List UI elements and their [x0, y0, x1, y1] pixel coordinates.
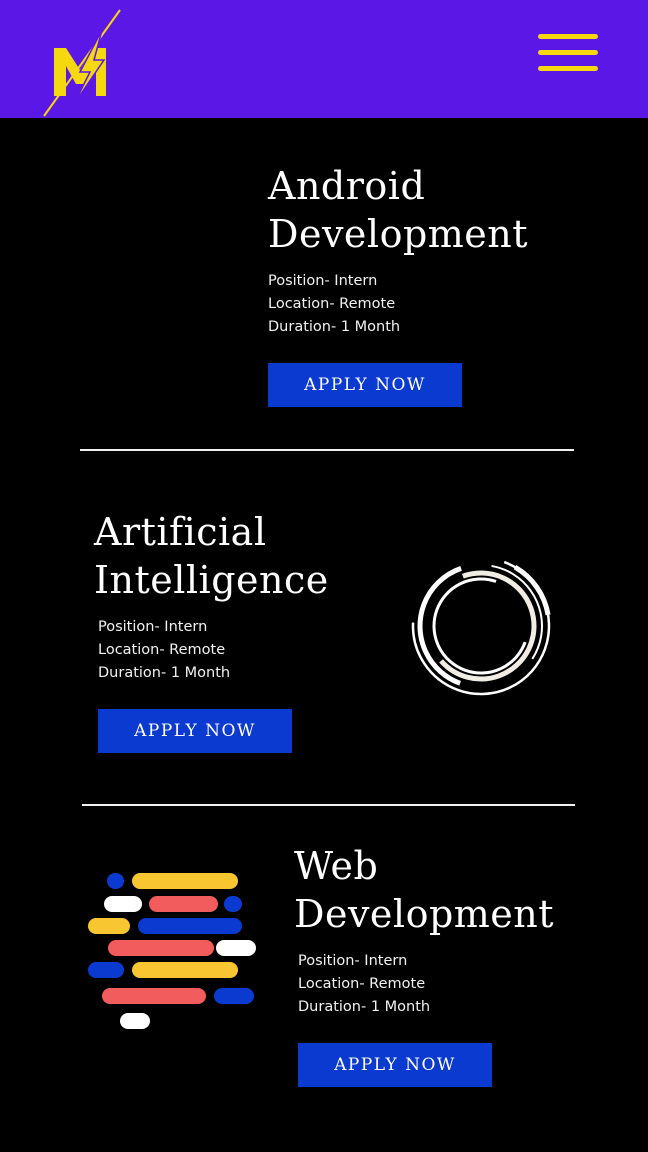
title-line: Development [294, 892, 555, 936]
apply-now-button[interactable]: APPLY NOW [268, 363, 462, 407]
title-line: Development [268, 212, 529, 256]
lightning-m-logo-icon[interactable] [40, 8, 124, 118]
title-line: Intelligence [94, 558, 329, 602]
card-title: Artificial Intelligence [94, 508, 329, 604]
card-title: Android Development [268, 162, 528, 258]
location-text: Location- Remote [298, 976, 426, 992]
card-details: Position- Intern Location- Remote Durati… [268, 270, 400, 339]
location-text: Location- Remote [268, 296, 396, 312]
section-divider [80, 449, 574, 451]
apply-now-button[interactable]: APPLY NOW [298, 1043, 492, 1087]
top-header [0, 0, 648, 118]
position-text: Position- Intern [298, 953, 408, 969]
title-line: Android [268, 164, 426, 208]
location-text: Location- Remote [98, 642, 226, 658]
title-line: Web [294, 844, 379, 888]
concentric-rings-icon [410, 555, 552, 697]
menu-bar [538, 50, 598, 55]
card-details: Position- Intern Location- Remote Durati… [98, 616, 230, 685]
duration-text: Duration- 1 Month [298, 999, 431, 1015]
duration-text: Duration- 1 Month [98, 665, 231, 681]
code-lines-icon [88, 873, 256, 1029]
menu-bar [538, 34, 598, 39]
card-details: Position- Intern Location- Remote Durati… [298, 950, 430, 1019]
position-text: Position- Intern [268, 273, 378, 289]
section-divider [82, 804, 575, 806]
title-line: Artificial [94, 510, 267, 554]
position-text: Position- Intern [98, 619, 208, 635]
apply-now-button[interactable]: APPLY NOW [98, 709, 292, 753]
menu-bar [538, 66, 598, 71]
card-title: Web Development [294, 842, 554, 938]
hamburger-menu-icon[interactable] [536, 32, 600, 76]
duration-text: Duration- 1 Month [268, 319, 401, 335]
